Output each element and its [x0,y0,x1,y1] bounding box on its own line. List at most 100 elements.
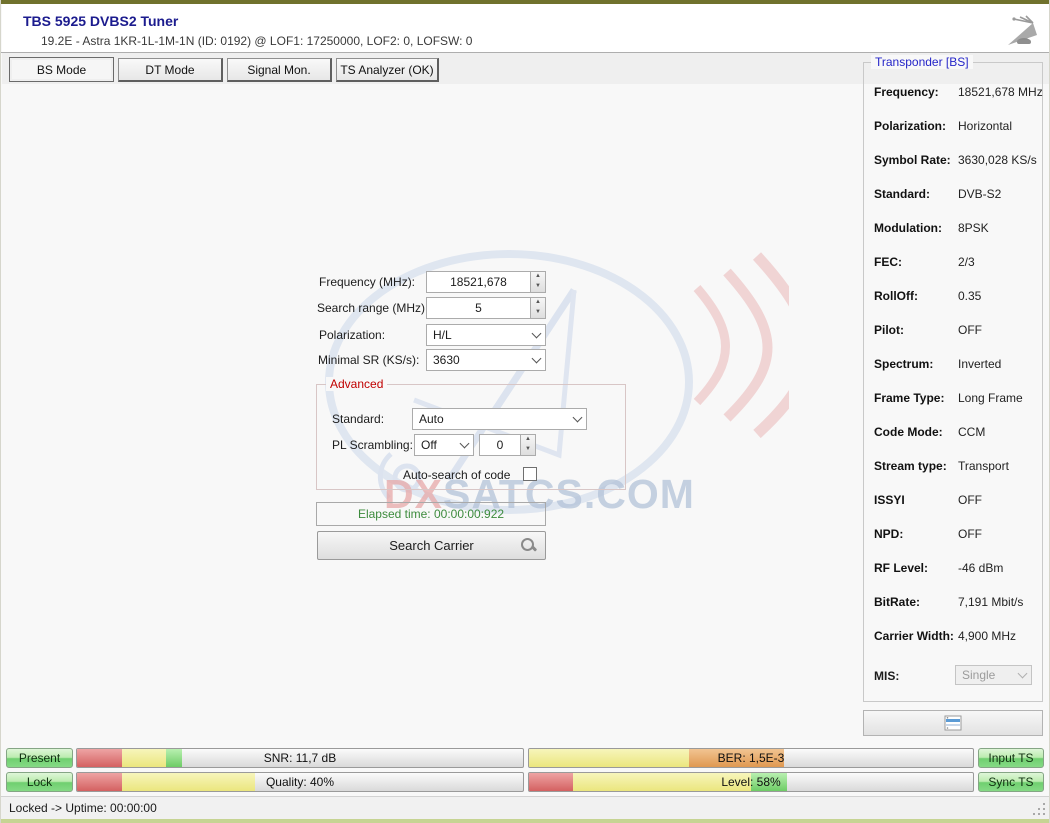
sync-ts-label: Sync TS [988,775,1033,789]
chevron-down-icon[interactable] [568,409,586,429]
frequency-label: Frequency (MHz): [319,275,415,289]
tab-ts-analyzer[interactable]: TS Analyzer (OK) [336,58,439,82]
tp-row-rf-level: RF Level:-46 dBm [874,561,1034,575]
tab-dt-mode-label: DT Mode [145,63,194,77]
search-carrier-button[interactable]: Search Carrier [317,531,546,560]
pl-scrambling-label: PL Scrambling: [332,438,413,452]
search-range-spin-buttons[interactable]: ▲▼ [530,298,545,318]
sync-ts-indicator-button[interactable]: Sync TS [978,772,1044,792]
mis-dropdown: Single [955,665,1032,685]
chevron-down-icon[interactable] [455,435,473,455]
spin-up-icon[interactable]: ▲ [521,435,535,445]
tab-ts-analyzer-label: TS Analyzer (OK) [340,63,433,77]
tp-row-pilot: Pilot:OFF [874,323,1034,337]
polarization-label: Polarization: [319,328,385,342]
window-bottom-edge [1,819,1050,823]
tp-row-code-mode: Code Mode:CCM [874,425,1034,439]
polarization-value: H/L [427,328,527,342]
minimal-sr-value: 3630 [427,353,527,367]
pl-scrambling-value: Off [415,438,455,452]
advanced-groupbox: Advanced Standard: Auto PL Scrambling: O… [316,384,626,490]
tp-row-bitrate: BitRate:7,191 Mbit/s [874,595,1034,609]
spin-up-icon[interactable]: ▲ [531,272,545,282]
magnifier-icon [520,537,536,553]
app-title: TBS 5925 DVBS2 Tuner [23,13,178,29]
present-indicator-button[interactable]: Present [6,748,73,768]
lock-indicator-button[interactable]: Lock [6,772,73,792]
list-details-icon [943,715,963,731]
elapsed-time-text: Elapsed time: 00:00:00:922 [358,507,504,521]
status-bar: Locked -> Uptime: 00:00:00 [1,796,1050,819]
tab-signal-mon-label: Signal Mon. [247,63,310,77]
input-ts-indicator-button[interactable]: Input TS [978,748,1044,768]
tp-row-polarization: Polarization:Horizontal [874,119,1034,133]
chevron-down-icon[interactable] [527,325,545,345]
pl-code-value[interactable]: 0 [480,438,520,452]
status-text: Locked -> Uptime: 00:00:00 [9,801,157,815]
tp-row-npd: NPD:OFF [874,527,1034,541]
tp-row-symbol-rate: Symbol Rate:3630,028 KS/s [874,153,1034,167]
transponder-details-button[interactable] [863,710,1043,736]
tab-dt-mode[interactable]: DT Mode [118,58,223,82]
tp-row-spectrum: Spectrum:Inverted [874,357,1034,371]
pl-code-input[interactable]: 0 ▲▼ [479,434,536,456]
search-carrier-label: Search Carrier [389,538,474,553]
ber-bar: BER: 1,5E-3 [528,748,974,768]
mis-label: MIS: [874,669,899,683]
transponder-panel: Transponder [BS] Frequency:18521,678 MHz… [863,62,1043,702]
mis-value: Single [956,668,1013,682]
tab-bs-mode[interactable]: BS Mode [9,57,114,82]
satellite-info-subtitle: 19.2E - Astra 1KR-1L-1M-1N (ID: 0192) @ … [41,34,472,48]
lock-label: Lock [27,775,52,789]
quality-text: Quality: 40% [77,773,523,791]
tp-row-frequency: Frequency:18521,678 MHz [874,85,1034,99]
input-ts-label: Input TS [988,751,1033,765]
app-window: TBS 5925 DVBS2 Tuner 19.2E - Astra 1KR-1… [0,0,1050,823]
tp-row-issyi: ISSYIOFF [874,493,1034,507]
auto-search-label: Auto-search of code [403,468,510,482]
spin-down-icon[interactable]: ▼ [531,282,545,292]
level-bar: Level: 58% [528,772,974,792]
spin-down-icon[interactable]: ▼ [521,445,535,455]
minimal-sr-dropdown[interactable]: 3630 [426,349,546,371]
frequency-value[interactable]: 18521,678 [427,275,530,289]
standard-value: Auto [413,412,568,426]
satellite-dish-icon [1000,15,1042,49]
tp-row-carrier-width: Carrier Width:4,900 MHz [874,629,1034,643]
minimal-sr-label: Minimal SR (KS/s): [318,353,419,367]
elapsed-time-box: Elapsed time: 00:00:00:922 [316,502,546,526]
pl-code-spin-buttons[interactable]: ▲▼ [520,435,535,455]
snr-text: SNR: 11,7 dB [77,749,523,767]
tp-row-fec: FEC:2/3 [874,255,1034,269]
transponder-title: Transponder [BS] [871,55,973,69]
chevron-down-icon[interactable] [527,350,545,370]
search-range-input[interactable]: 5 ▲▼ [426,297,546,319]
pl-scrambling-dropdown[interactable]: Off [414,434,474,456]
polarization-dropdown[interactable]: H/L [426,324,546,346]
auto-search-checkbox[interactable] [523,467,537,481]
ber-text: BER: 1,5E-3 [529,749,973,767]
tp-row-standard: Standard:DVB-S2 [874,187,1034,201]
resize-grip[interactable] [1033,803,1046,816]
tp-row-frame-type: Frame Type:Long Frame [874,391,1034,405]
header: TBS 5925 DVBS2 Tuner 19.2E - Astra 1KR-1… [2,4,1050,52]
tp-row-rolloff: RollOff:0.35 [874,289,1034,303]
standard-label: Standard: [332,412,384,426]
tp-row-stream-type: Stream type:Transport [874,459,1034,473]
spin-down-icon[interactable]: ▼ [531,308,545,318]
quality-bar: Quality: 40% [76,772,524,792]
tab-signal-mon[interactable]: Signal Mon. [227,58,332,82]
search-range-label: Search range (MHz): [317,301,428,315]
snr-bar: SNR: 11,7 dB [76,748,524,768]
level-text: Level: 58% [529,773,973,791]
frequency-input[interactable]: 18521,678 ▲▼ [426,271,546,293]
standard-dropdown[interactable]: Auto [412,408,587,430]
chevron-down-icon [1013,666,1031,684]
tab-bs-mode-label: BS Mode [37,63,86,77]
tp-row-modulation: Modulation:8PSK [874,221,1034,235]
spin-up-icon[interactable]: ▲ [531,298,545,308]
search-range-value[interactable]: 5 [427,301,530,315]
frequency-spin-buttons[interactable]: ▲▼ [530,272,545,292]
present-label: Present [19,751,60,765]
advanced-title: Advanced [326,377,387,391]
